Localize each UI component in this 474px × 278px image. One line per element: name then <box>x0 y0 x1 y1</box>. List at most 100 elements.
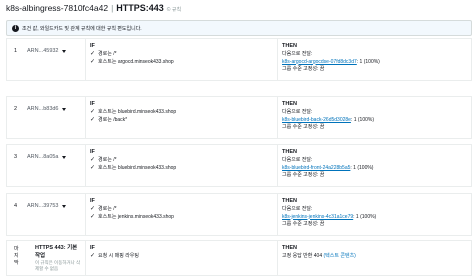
info-banner: i 조건 값, 와일드카드 및 관계 규칙에 대한 규칙 편도입니다. <box>6 20 472 36</box>
default-rule-title: HTTPS 443: 기본 작업 <box>35 245 78 259</box>
checkmark-icon: ✓ <box>90 58 96 65</box>
stickiness-text: 그룹 수준 고정성: 끔 <box>282 66 325 72</box>
target-group-line: k8s-bluebird-front-24a228b5a5: 1 (100%) <box>282 165 471 173</box>
forward-label: 다음으로 전달: <box>282 206 313 212</box>
condition-text: 호스트는 jenkins.minseok433.shop <box>98 213 174 220</box>
target-group-line: k8s-jenkins-jenkins-4c31a1ce79: 1 (100%) <box>282 214 471 222</box>
caret-down-icon <box>61 49 66 53</box>
checkmark-icon: ✓ <box>90 213 96 220</box>
then-label: THEN <box>282 149 297 155</box>
rule-row: 2 ARN...b83d6 IF ✓ 호스트는 bluebird.minseok4… <box>6 96 472 139</box>
default-marker-char: 마 <box>14 246 19 252</box>
condition-item: ✓ 경로는 /back* <box>90 117 277 125</box>
rule-arn-dropdown[interactable]: ARN...8a05a <box>27 154 66 160</box>
rule-arn-label: ARN...8a05a <box>27 154 59 160</box>
condition-item: ✓ 호스트는 bluebird.minseok433.shop <box>90 165 277 173</box>
then-actions: THEN 다음으로 전달: k8s-bluebird-front-24a228b… <box>277 145 471 186</box>
listener-protocol: HTTPS:443 <box>116 3 164 13</box>
info-text: 조건 값, 와일드카드 및 관계 규칙에 대한 규칙 편도입니다. <box>22 25 142 32</box>
condition-item: ✓ 호스트는 argocd.minseok433.shop <box>90 59 277 67</box>
then-actions: THEN 고정 응답 반환 404 (텍스트 콘텐츠) <box>277 241 471 275</box>
condition-text: 경로는 /* <box>98 157 117 163</box>
target-group-line: k8s-bluebird-back-26d5d3028e: 1 (100%) <box>282 117 471 125</box>
target-weight: : 1 (100%) <box>353 213 377 220</box>
default-rule-row: 마 지 막 HTTPS 443: 기본 작업 이 규칙은 이동하거나 삭제할 수… <box>6 240 472 276</box>
target-weight: : 1 (100%) <box>356 58 380 65</box>
load-balancer-name: k8s-albingress-7810fc4a42 <box>6 3 109 13</box>
rule-number: 2 <box>14 106 18 112</box>
condition-text: 경로는 /* <box>98 51 117 57</box>
condition-item: ✓ 경로는 /* <box>90 206 277 214</box>
stickiness-text: 그룹 수준 고정성: 끔 <box>282 221 325 227</box>
if-conditions: IF ✓ 요청 시 매핑 라우팅 <box>85 241 277 275</box>
target-weight: : 1 (100%) <box>350 164 374 171</box>
condition-text: 호스트는 argocd.minseok433.shop <box>98 58 174 65</box>
rule-arn-dropdown[interactable]: ARN...b83d6 <box>27 106 66 112</box>
condition-text: 호스트는 bluebird.minseok433.shop <box>98 164 177 171</box>
default-rule-note: 이 규칙은 이동하거나 삭제할 수 없음 <box>35 260 81 271</box>
if-conditions: IF ✓ 경로는 /* ✓ 호스트는 jenkins.minseok433.shop <box>85 194 277 235</box>
default-rule-label: HTTPS 443: 기본 작업 이 규칙은 이동하거나 삭제할 수 없음 <box>35 245 83 272</box>
checkmark-icon: ✓ <box>90 164 96 171</box>
then-actions: THEN 다음으로 전달: k8s-argocd-argocdse-07fd8d… <box>277 39 471 80</box>
forward-label: 다음으로 전달: <box>282 51 313 57</box>
if-label: IF <box>90 198 95 204</box>
then-label: THEN <box>282 245 297 251</box>
checkmark-icon: ✓ <box>90 157 96 163</box>
condition-item: ✓ 호스트는 bluebird.minseok433.shop <box>90 109 277 117</box>
fixed-response-line: 고정 응답 반환 404 (텍스트 콘텐츠) <box>282 253 471 261</box>
condition-item: ✓ 요청 시 매핑 라우팅 <box>90 253 277 261</box>
caret-down-icon <box>61 107 66 111</box>
target-weight: : 1 (100%) <box>350 116 375 123</box>
rules-subtitle: © 규칙 <box>166 7 182 13</box>
caret-down-icon <box>61 204 66 208</box>
rule-number: 4 <box>14 203 18 209</box>
checkmark-icon: ✓ <box>90 51 96 57</box>
condition-text: 경로는 /back* <box>98 116 128 123</box>
target-group-link[interactable]: k8s-bluebird-front-24a228b5a5 <box>282 165 350 171</box>
info-icon: i <box>12 24 19 32</box>
condition-item: ✓ 경로는 /* <box>90 157 277 165</box>
then-label: THEN <box>282 43 297 49</box>
forward-label: 다음으로 전달: <box>282 109 313 115</box>
if-label: IF <box>90 149 95 155</box>
title-separator: | <box>111 3 114 13</box>
target-group-link[interactable]: k8s-bluebird-back-26d5d3028e <box>282 117 351 123</box>
checkmark-icon: ✓ <box>90 109 96 115</box>
condition-text: 경로는 /* <box>98 206 117 212</box>
rule-row: 1 ARN...45932 IF ✓ 경로는 /* ✓ 호스트는 argocd.mi… <box>6 38 472 81</box>
forward-label: 다음으로 전달: <box>282 157 313 163</box>
if-label: IF <box>90 101 95 107</box>
rule-arn-dropdown[interactable]: ARN...39753 <box>27 203 66 209</box>
target-group-link[interactable]: k8s-argocd-argocdse-07fd8dc3d7 <box>282 59 357 65</box>
then-label: THEN <box>282 101 297 107</box>
stickiness-text: 그룹 수준 고정성: 끔 <box>282 124 325 130</box>
if-conditions: IF ✓ 경로는 /* ✓ 호스트는 argocd.minseok433.shop <box>85 39 277 80</box>
condition-item: ✓ 호스트는 jenkins.minseok433.shop <box>90 214 277 222</box>
rule-row: 3 ARN...8a05a IF ✓ 경로는 /* ✓ 호스트는 bluebird.… <box>6 144 472 187</box>
default-rule-marker: 마 지 막 <box>14 246 19 267</box>
response-content-link[interactable]: (텍스트 콘텐츠) <box>324 253 356 259</box>
rule-number: 3 <box>14 154 18 160</box>
rule-row: 4 ARN...39753 IF ✓ 경로는 /* ✓ 호스트는 jenkins.m… <box>6 193 472 236</box>
then-actions: THEN 다음으로 전달: k8s-bluebird-back-26d5d302… <box>277 97 471 138</box>
rule-number: 1 <box>14 48 18 54</box>
if-label: IF <box>90 43 95 49</box>
then-actions: THEN 다음으로 전달: k8s-jenkins-jenkins-4c31a1… <box>277 194 471 235</box>
checkmark-icon: ✓ <box>90 116 96 123</box>
target-group-link[interactable]: k8s-jenkins-jenkins-4c31a1ce79 <box>282 214 353 220</box>
then-label: THEN <box>282 198 297 204</box>
default-marker-char: 지 <box>14 253 19 259</box>
checkmark-icon: ✓ <box>90 253 96 259</box>
if-conditions: IF ✓ 호스트는 bluebird.minseok433.shop ✓ 경로는 /… <box>85 97 277 138</box>
checkmark-icon: ✓ <box>90 206 96 212</box>
default-marker-char: 막 <box>14 260 19 266</box>
rule-arn-dropdown[interactable]: ARN...45932 <box>27 48 66 54</box>
if-label: IF <box>90 245 95 251</box>
rule-arn-label: ARN...b83d6 <box>27 106 59 112</box>
stickiness-text: 그룹 수준 고정성: 끔 <box>282 172 325 178</box>
rule-arn-label: ARN...39753 <box>27 203 59 209</box>
condition-item: ✓ 경로는 /* <box>90 51 277 59</box>
condition-text: 호스트는 bluebird.minseok433.shop <box>98 109 177 115</box>
fixed-response-text: 고정 응답 반환 404 <box>282 253 323 259</box>
